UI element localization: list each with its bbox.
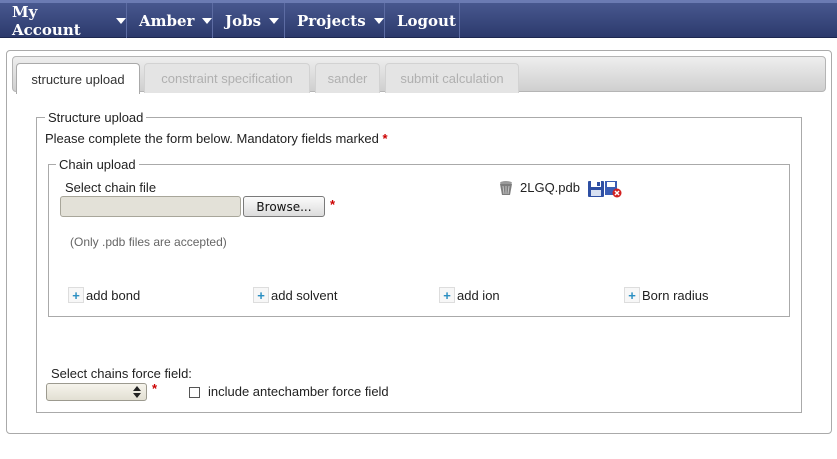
uploaded-file-name: 2LGQ.pdb bbox=[520, 180, 580, 195]
add-ion-label: add ion bbox=[457, 287, 500, 303]
plus-icon: + bbox=[439, 287, 455, 303]
chevron-down-icon bbox=[116, 17, 126, 24]
menu-my-account[interactable]: My Account bbox=[0, 2, 127, 39]
menu-jobs-label: Jobs bbox=[225, 11, 262, 30]
menu-amber[interactable]: Amber bbox=[127, 3, 213, 38]
tab-sander[interactable]: sander bbox=[315, 63, 380, 93]
menu-jobs[interactable]: Jobs bbox=[213, 3, 285, 38]
browse-button[interactable]: Browse... bbox=[243, 196, 325, 217]
menu-logout-label: Logout bbox=[397, 11, 456, 30]
plus-icon: + bbox=[68, 287, 84, 303]
chevron-down-icon bbox=[202, 17, 213, 24]
force-field-select[interactable] bbox=[46, 383, 147, 401]
add-solvent-link[interactable]: + add solvent bbox=[253, 286, 338, 304]
menu-projects[interactable]: Projects bbox=[285, 3, 385, 38]
antechamber-label: include antechamber force field bbox=[208, 384, 389, 399]
chain-file-required-marker: * bbox=[330, 197, 336, 212]
antechamber-checkbox[interactable] bbox=[189, 387, 200, 398]
delete-file-icon[interactable] bbox=[604, 180, 622, 198]
born-radius-link[interactable]: + Born radius bbox=[624, 286, 708, 304]
tab-submit-calculation[interactable]: submit calculation bbox=[385, 63, 519, 93]
menu-logout[interactable]: Logout bbox=[385, 3, 460, 38]
add-solvent-label: add solvent bbox=[271, 287, 338, 303]
add-bond-link[interactable]: + add bond bbox=[68, 286, 140, 304]
born-radius-label: Born radius bbox=[642, 287, 709, 303]
required-marker: * bbox=[382, 131, 388, 146]
plus-icon: + bbox=[253, 287, 269, 303]
tab-bar: structure upload constraint specificatio… bbox=[12, 56, 826, 94]
force-field-label: Select chains force field: bbox=[51, 366, 192, 381]
form-instructions: Please complete the form below. Mandator… bbox=[45, 131, 388, 146]
select-arrows-icon bbox=[130, 385, 144, 399]
tab-constraint-specification[interactable]: constraint specification bbox=[144, 63, 310, 93]
menu-amber-label: Amber bbox=[139, 11, 195, 30]
menu-projects-label: Projects bbox=[297, 11, 366, 30]
chain-upload-legend: Chain upload bbox=[56, 157, 139, 172]
plus-icon: + bbox=[624, 287, 640, 303]
top-nav-bar: My Account Amber Jobs Projects Logout bbox=[0, 0, 837, 39]
tab-structure-upload[interactable]: structure upload bbox=[16, 63, 140, 94]
structure-upload-legend: Structure upload bbox=[45, 110, 147, 125]
add-ion-link[interactable]: + add ion bbox=[439, 286, 500, 304]
add-bond-label: add bond bbox=[86, 287, 141, 303]
save-icon[interactable] bbox=[587, 180, 605, 198]
menu-my-account-label: My Account bbox=[12, 2, 81, 39]
chevron-down-icon bbox=[373, 17, 384, 24]
chevron-down-icon bbox=[269, 17, 280, 24]
select-chain-file-label: Select chain file bbox=[65, 180, 157, 195]
force-field-required-marker: * bbox=[152, 381, 158, 396]
pdb-only-note: (Only .pdb files are accepted) bbox=[70, 235, 227, 249]
form-instructions-text: Please complete the form below. Mandator… bbox=[45, 131, 379, 146]
chain-file-input[interactable] bbox=[60, 196, 241, 217]
trash-icon[interactable] bbox=[497, 179, 515, 197]
